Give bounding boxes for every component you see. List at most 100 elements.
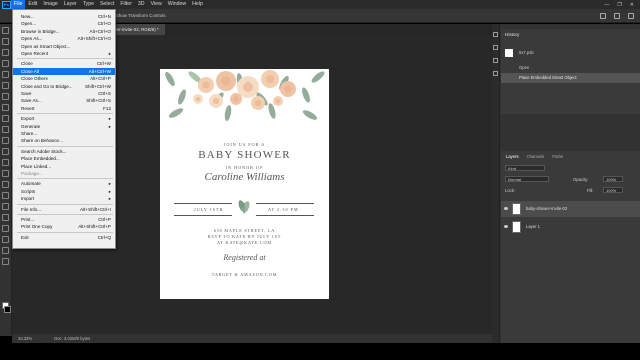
menu-item-label: New... xyxy=(21,14,34,19)
share-icon[interactable] xyxy=(628,12,634,19)
menu-file[interactable]: File xyxy=(11,0,26,9)
file-menu-item-save-as[interactable]: Save As... Shift+Ctrl+S xyxy=(13,97,115,104)
crop-tool-icon[interactable] xyxy=(2,71,9,78)
visibility-eye-icon[interactable] xyxy=(504,225,508,228)
background-color-swatch[interactable] xyxy=(4,306,11,313)
menu-item-label: Open Recent xyxy=(21,51,49,56)
menu-image[interactable]: Image xyxy=(40,0,60,9)
file-menu-item-scripts[interactable]: Scripts ▸ xyxy=(13,188,115,195)
menu-view[interactable]: View xyxy=(148,0,165,9)
menu-select[interactable]: Select xyxy=(97,0,117,9)
file-menu-item-close-all[interactable]: Close All Alt+Ctrl+W xyxy=(13,67,115,76)
blur-tool-icon[interactable] xyxy=(2,170,9,177)
invite-honor-text: IN HONOR OF xyxy=(225,165,264,170)
dodge-tool-icon[interactable] xyxy=(2,181,9,188)
more-tools-tool-icon[interactable] xyxy=(2,258,9,265)
lasso-tool-icon[interactable] xyxy=(2,49,9,56)
menu-edit[interactable]: Edit xyxy=(25,0,40,9)
frame-tool-icon[interactable] xyxy=(2,82,9,89)
rectangle-tool-icon[interactable] xyxy=(2,225,9,232)
pen-tool-icon[interactable] xyxy=(2,192,9,199)
file-menu-item-open-as-smart-object[interactable]: Open as Smart Object... xyxy=(13,43,115,50)
file-menu-item-automate[interactable]: Automate ▸ xyxy=(13,180,115,187)
file-menu-item-browse-in-bridge[interactable]: Browse in Bridge... Alt+Ctrl+O xyxy=(13,28,115,35)
brush-tool-icon[interactable] xyxy=(2,115,9,122)
history-brush-tool-icon[interactable] xyxy=(2,137,9,144)
zoom-tool-icon[interactable] xyxy=(2,247,9,254)
opacity-field[interactable]: 100% xyxy=(603,176,623,182)
minimize-icon[interactable]: — xyxy=(604,2,609,8)
close-icon[interactable]: ✕ xyxy=(630,2,634,8)
file-menu-item-close[interactable]: Close Ctrl+W xyxy=(13,60,115,67)
file-menu-item-open-as[interactable]: Open As... Alt+Shift+Ctrl+O xyxy=(13,35,115,42)
layer-filter-kind[interactable]: Kind xyxy=(505,165,545,171)
file-menu-item-place-embedded[interactable]: Place Embedded... xyxy=(13,155,115,162)
file-menu-item-generate[interactable]: Generate ▸ xyxy=(13,123,115,130)
show-transform-controls-label[interactable]: Show Transform Controls xyxy=(116,13,166,18)
search-icon[interactable] xyxy=(600,12,606,19)
tab-layers[interactable]: Layers xyxy=(506,154,519,159)
restore-icon[interactable]: ❐ xyxy=(617,2,621,8)
eyedropper-tool-icon[interactable] xyxy=(2,93,9,100)
fill-field[interactable]: 100% xyxy=(603,187,623,193)
file-menu-item-revert[interactable]: Revert F12 xyxy=(13,105,115,112)
file-menu-item-file-info[interactable]: File Info... Alt+Shift+Ctrl+I xyxy=(13,206,115,213)
tab-channels[interactable]: Channels xyxy=(527,154,545,159)
menu-layer[interactable]: Layer xyxy=(61,0,80,9)
history-state-selected[interactable]: Place Embedded Smart Object xyxy=(501,73,640,83)
path-select-tool-icon[interactable] xyxy=(2,214,9,221)
hand-tool-icon[interactable] xyxy=(2,236,9,243)
file-menu-item-share[interactable]: Share... xyxy=(13,130,115,137)
menu-type[interactable]: Type xyxy=(80,0,97,9)
menu-filter[interactable]: Filter xyxy=(117,0,135,9)
file-menu-item-open-recent[interactable]: Open Recent ▸ xyxy=(13,50,115,57)
file-menu-item-exit[interactable]: Exit Ctrl+Q xyxy=(13,234,115,241)
history-panel-icon[interactable] xyxy=(493,32,498,37)
tab-paths[interactable]: Paths xyxy=(552,154,563,159)
menu-item-shortcut: Ctrl+S xyxy=(98,91,111,96)
file-menu-item-place-linked[interactable]: Place Linked... xyxy=(13,163,115,170)
gradient-tool-icon[interactable] xyxy=(2,159,9,166)
file-menu-item-export[interactable]: Export ▸ xyxy=(13,115,115,122)
quick-select-tool-icon[interactable] xyxy=(2,60,9,67)
file-menu-item-search-adobe-stock[interactable]: Search Adobe Stock... xyxy=(13,148,115,155)
marquee-tool-icon[interactable] xyxy=(2,38,9,45)
blend-mode-select[interactable]: Normal xyxy=(505,176,549,182)
swatches-panel-icon[interactable] xyxy=(493,71,498,76)
file-menu-item-package[interactable]: Package... xyxy=(13,170,115,177)
menu-item-label: Export xyxy=(21,116,35,122)
file-menu-item-share-on-behance[interactable]: Share on Behance... xyxy=(13,137,115,144)
zoom-level[interactable]: 33.33% xyxy=(18,336,32,341)
file-menu-item-new[interactable]: New... Ctrl+N xyxy=(13,13,115,20)
move-tool-icon[interactable] xyxy=(2,27,9,34)
type-tool-icon[interactable] xyxy=(2,203,9,210)
file-menu-item-open[interactable]: Open... Ctrl+O xyxy=(13,20,115,27)
visibility-eye-icon[interactable] xyxy=(504,207,508,210)
collapsed-panel-strip xyxy=(492,24,500,343)
history-state[interactable]: Open xyxy=(501,63,640,73)
eraser-tool-icon[interactable] xyxy=(2,148,9,155)
healing-tool-icon[interactable] xyxy=(2,104,9,111)
file-menu-item-save[interactable]: Save Ctrl+S xyxy=(13,90,115,97)
layer-row-selected[interactable]: baby-shower-invite-02 xyxy=(501,201,640,217)
invite-date: JULY 16TH xyxy=(194,207,224,212)
document-info[interactable]: Doc: 3.02M/0 bytes xyxy=(54,336,90,341)
properties-panel-icon[interactable] xyxy=(493,45,498,50)
file-menu-item-print[interactable]: Print... Ctrl+P xyxy=(13,216,115,223)
adjustments-panel-icon[interactable] xyxy=(493,58,498,63)
workspace-icon[interactable] xyxy=(614,12,620,19)
history-snapshot[interactable]: 5x7.psb xyxy=(501,48,640,58)
file-menu-item-import[interactable]: Import ▸ xyxy=(13,195,115,202)
document-canvas[interactable]: JOIN US FOR A BABY SHOWER IN HONOR OF Ca… xyxy=(160,69,329,299)
layers-panel-tabs: Layers Channels Paths xyxy=(501,151,640,162)
file-menu-item-close-and-go-to-bridge[interactable]: Close and Go to Bridge... Shift+Ctrl+W xyxy=(13,83,115,90)
menu-help[interactable]: Help xyxy=(189,0,206,9)
history-panel-title[interactable]: History xyxy=(505,32,519,37)
layer-row[interactable]: Layer 1 xyxy=(501,219,640,235)
menu-3d[interactable]: 3D xyxy=(135,0,148,9)
menu-separator xyxy=(17,214,113,215)
file-menu-item-print-one-copy[interactable]: Print One Copy Alt+Shift+Ctrl+P xyxy=(13,223,115,230)
file-menu-item-close-others[interactable]: Close Others Alt+Ctrl+P xyxy=(13,75,115,82)
clone-stamp-tool-icon[interactable] xyxy=(2,126,9,133)
menu-window[interactable]: Window xyxy=(165,0,189,9)
